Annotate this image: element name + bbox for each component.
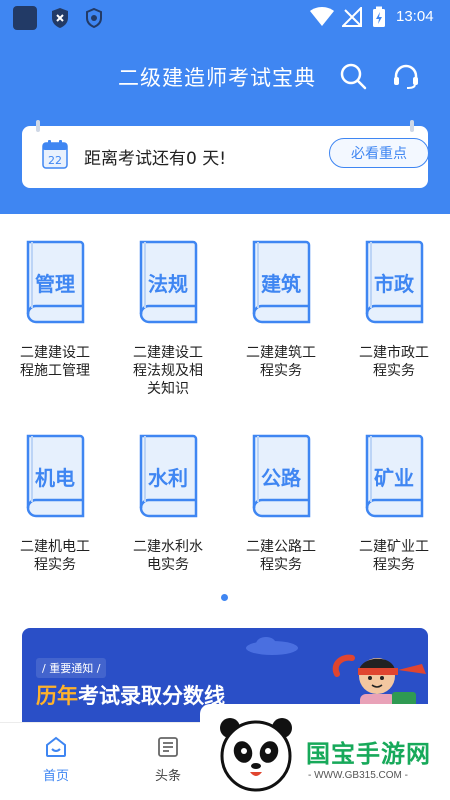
subject-item[interactable]: 建筑二建建筑工程实务 bbox=[231, 238, 331, 380]
status-bar: 13:04 bbox=[0, 0, 450, 34]
subject-name-line: 二建市政工 bbox=[359, 345, 429, 361]
banner-title-rest: 考试录取分数线 bbox=[78, 684, 225, 708]
card-ring bbox=[410, 120, 414, 132]
subject-badge: 管理 bbox=[35, 272, 75, 296]
subject-name: 二建建设工程法规及相关知识 bbox=[118, 344, 218, 398]
subject-badge: 法规 bbox=[148, 272, 188, 296]
book-icon: 法规 bbox=[135, 238, 201, 326]
card-ring bbox=[36, 120, 40, 132]
subject-name-line: 程实务 bbox=[34, 557, 76, 573]
watermark-brand: 国宝手游网 bbox=[306, 740, 431, 768]
subject-name-line: 程实务 bbox=[260, 363, 302, 379]
site-watermark: 国宝手游网 - WWW.GB315.COM - bbox=[200, 704, 450, 800]
subject-name-line: 电实务 bbox=[147, 557, 189, 573]
book-icon: 矿业 bbox=[361, 432, 427, 520]
subject-badge: 机电 bbox=[35, 466, 75, 490]
subject-name: 二建建设工程施工管理 bbox=[5, 344, 105, 380]
search-icon[interactable] bbox=[339, 62, 367, 90]
banner-title-highlight: 历年 bbox=[36, 684, 78, 708]
subject-item[interactable]: 机电二建机电工程实务 bbox=[5, 432, 105, 574]
subject-item[interactable]: 市政二建市政工程实务 bbox=[344, 238, 444, 380]
subject-badge: 水利 bbox=[148, 466, 188, 490]
news-icon bbox=[158, 737, 178, 757]
battery-charging-icon bbox=[373, 6, 385, 27]
page-indicator-dot bbox=[221, 594, 228, 601]
subject-name-line: 程法规及相 bbox=[133, 363, 203, 379]
nav-news[interactable]: 头条 bbox=[138, 735, 198, 784]
subject-name: 二建公路工 程实务 bbox=[231, 538, 331, 574]
subject-name-line: 程实务 bbox=[373, 363, 415, 379]
subject-name-line: 程实务 bbox=[260, 557, 302, 573]
nav-home[interactable]: 首页 bbox=[26, 735, 86, 784]
subject-name-line: 程实务 bbox=[373, 557, 415, 573]
subject-name-line: 二建水利水 bbox=[133, 539, 203, 555]
book-icon: 水利 bbox=[135, 432, 201, 520]
subject-badge: 矿业 bbox=[374, 466, 414, 490]
book-icon: 公路 bbox=[248, 432, 314, 520]
banner-notice-tag: / 重要通知 / bbox=[36, 658, 107, 678]
countdown-card: 22 距离考试还有0 天! 必看重点 bbox=[22, 120, 429, 188]
header: 13:04 二级建造师考试宝典 22 距离考试还有0 天! 必看重点 bbox=[0, 0, 450, 214]
page-title: 二级建造师考试宝典 bbox=[118, 66, 316, 90]
wifi-icon bbox=[310, 7, 334, 26]
subject-item[interactable]: 矿业二建矿业工程实务 bbox=[344, 432, 444, 574]
book-icon: 建筑 bbox=[248, 238, 314, 326]
subject-name: 二建机电工 程实务 bbox=[5, 538, 105, 574]
subject-item[interactable]: 法规二建建设工程法规及相关知识 bbox=[118, 238, 218, 398]
panda-logo-icon bbox=[220, 718, 292, 792]
subject-item[interactable]: 公路二建公路工程实务 bbox=[231, 432, 331, 574]
book-icon: 管理 bbox=[22, 238, 88, 326]
no-signal-icon bbox=[342, 7, 362, 27]
subject-name-line: 关知识 bbox=[147, 381, 189, 397]
shield-x-icon bbox=[52, 8, 68, 28]
cloud-icon bbox=[246, 637, 298, 655]
subject-name: 二建建筑工 程实务 bbox=[231, 344, 331, 380]
subject-badge: 建筑 bbox=[261, 272, 301, 296]
calendar-day: 22 bbox=[48, 154, 62, 167]
book-icon: 市政 bbox=[361, 238, 427, 326]
subject-name-line: 二建公路工 bbox=[246, 539, 316, 555]
banner-title: 历年考试录取分数线 bbox=[36, 680, 225, 710]
must-see-button[interactable]: 必看重点 bbox=[329, 138, 429, 168]
subject-badge: 市政 bbox=[374, 272, 414, 296]
home-icon bbox=[46, 736, 66, 757]
app-notification-icon bbox=[13, 6, 37, 30]
countdown-text: 距离考试还有0 天! bbox=[84, 149, 227, 169]
subject-name-line: 二建机电工 bbox=[20, 539, 90, 555]
headset-icon[interactable] bbox=[392, 62, 420, 90]
subject-item[interactable]: 水利二建水利水电实务 bbox=[118, 432, 218, 574]
subject-item[interactable]: 管理二建建设工程施工管理 bbox=[5, 238, 105, 380]
subject-name: 二建市政工 程实务 bbox=[344, 344, 444, 380]
subject-name-line: 二建建设工 bbox=[20, 345, 90, 361]
subject-name: 二建矿业工 程实务 bbox=[344, 538, 444, 574]
subject-name-line: 二建建筑工 bbox=[246, 345, 316, 361]
nav-home-label: 首页 bbox=[42, 769, 69, 784]
subject-name-line: 二建建设工 bbox=[133, 345, 203, 361]
subject-name-line: 二建矿业工 bbox=[359, 539, 429, 555]
subject-name-line: 程施工管理 bbox=[20, 363, 90, 379]
clock: 13:04 bbox=[396, 8, 434, 25]
calendar-icon: 22 bbox=[42, 140, 68, 169]
shield-icon bbox=[86, 8, 102, 28]
nav-news-label: 头条 bbox=[154, 769, 181, 784]
subject-name: 二建水利水 电实务 bbox=[118, 538, 218, 574]
subject-badge: 公路 bbox=[261, 466, 301, 490]
watermark-url: - WWW.GB315.COM - bbox=[308, 770, 408, 781]
book-icon: 机电 bbox=[22, 432, 88, 520]
